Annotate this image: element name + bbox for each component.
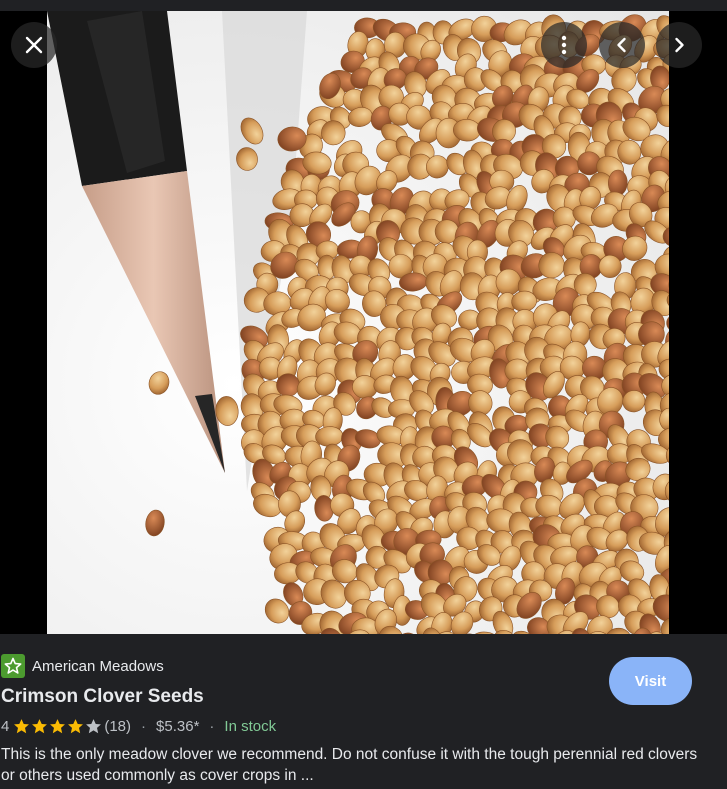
star-filled-icon <box>32 719 48 734</box>
close-button[interactable] <box>11 22 57 68</box>
star-filled-icon <box>50 719 66 734</box>
availability: In stock <box>224 718 277 735</box>
more-vert-icon <box>561 35 567 55</box>
merchant-name: American Meadows <box>32 657 164 675</box>
visit-button[interactable]: Visit <box>609 657 692 705</box>
rating-value: 4 <box>1 718 10 735</box>
product-meta: 4 (18) · $5.36* · In stock <box>1 718 276 735</box>
price: $5.36* <box>156 718 200 735</box>
more-options-button[interactable] <box>541 22 587 68</box>
separator: · <box>141 718 147 735</box>
product-image[interactable] <box>47 11 669 634</box>
image-viewer <box>0 11 727 634</box>
product-info-panel: American Meadows Crimson Clover Seeds 4 … <box>0 634 727 789</box>
close-icon <box>25 36 43 54</box>
product-title[interactable]: Crimson Clover Seeds <box>1 686 204 708</box>
next-image-button[interactable] <box>656 22 702 68</box>
star-empty-icon <box>86 719 102 734</box>
star-filled-icon <box>14 719 30 734</box>
product-description: This is the only meadow clover we recomm… <box>1 746 698 784</box>
star-logo-icon <box>4 657 22 674</box>
merchant-logo <box>1 654 25 678</box>
review-count[interactable]: (18) <box>104 718 131 735</box>
rating-stars <box>13 718 102 735</box>
separator: · <box>209 718 215 735</box>
star-filled-icon <box>68 719 84 734</box>
chevron-left-icon <box>617 37 626 53</box>
chevron-right-icon <box>675 37 684 53</box>
merchant[interactable]: American Meadows <box>1 654 164 678</box>
top-strip <box>0 0 727 11</box>
previous-image-button[interactable] <box>599 22 645 68</box>
